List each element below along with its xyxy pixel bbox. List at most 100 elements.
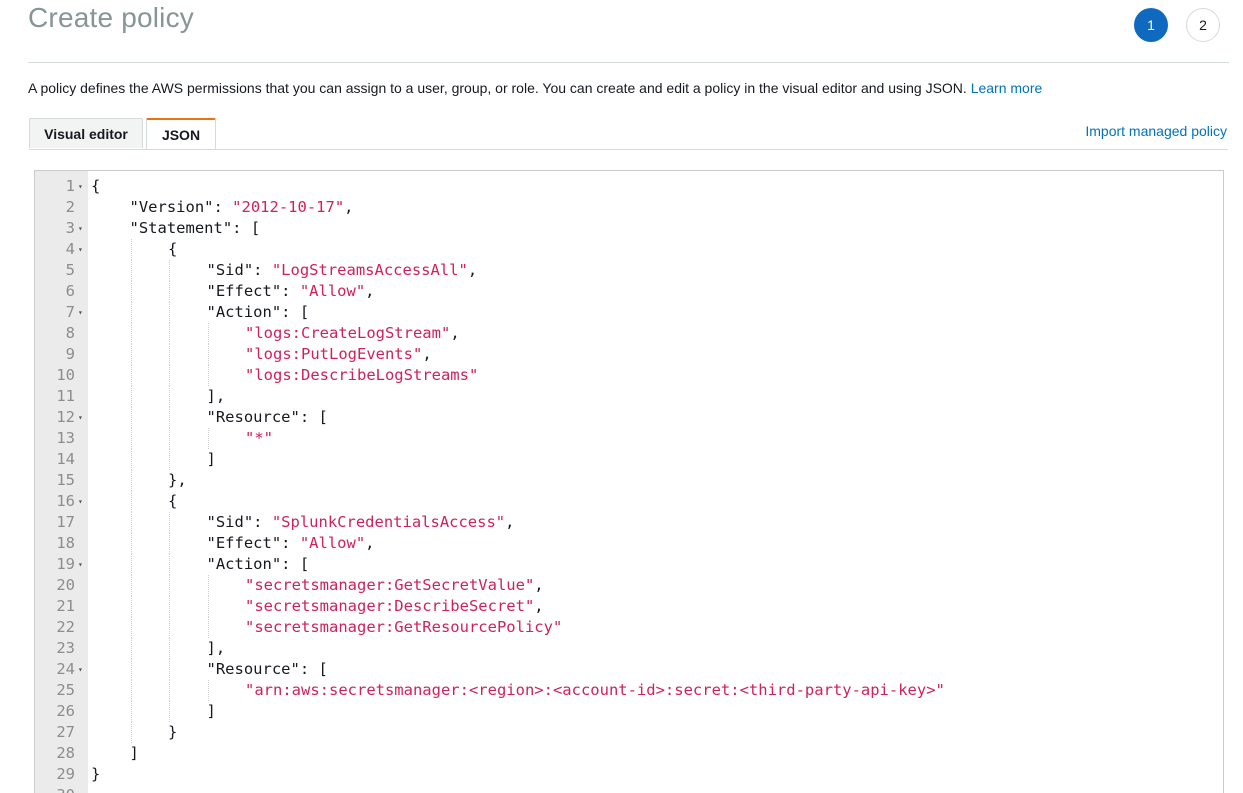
json-key: "Sid" <box>206 513 254 531</box>
json-punctuation: : <box>253 261 272 279</box>
fold-toggle-icon[interactable]: ▾ <box>78 659 83 680</box>
code-text: ], <box>207 386 226 407</box>
description-text: A policy defines the AWS permissions tha… <box>28 80 971 96</box>
code-text: ], <box>207 638 226 659</box>
code-text: } <box>168 722 177 743</box>
indent-guide <box>207 596 209 617</box>
line-number: 18 <box>56 534 75 552</box>
fold-toggle-icon[interactable]: ▾ <box>78 302 83 323</box>
indent-guide <box>169 302 170 323</box>
json-string-value: "secretsmanager:DescribeSecret" <box>245 597 535 615</box>
indent-guide <box>169 260 170 281</box>
line-number: 8 <box>65 324 75 342</box>
fold-toggle-icon[interactable]: ▾ <box>78 554 83 575</box>
json-string-value: "logs:DescribeLogStreams" <box>245 366 479 384</box>
indent-guide <box>130 701 132 722</box>
indent-guide <box>130 470 132 491</box>
indent-guide <box>169 638 170 659</box>
json-key: { <box>168 240 178 258</box>
editor-tabs: Visual editor JSON <box>29 118 216 149</box>
json-string-value: "logs:CreateLogStream" <box>245 324 451 342</box>
json-key: "Effect" <box>206 282 282 300</box>
code-line: 18 "Effect": "Allow", <box>35 533 1223 554</box>
json-string-value: "2012-10-17" <box>232 198 345 216</box>
json-key: { <box>91 177 101 195</box>
line-number: 22 <box>56 618 75 636</box>
indent-guide <box>130 239 132 260</box>
json-string-value: "Allow" <box>299 282 366 300</box>
code-line: 3 ▾ "Statement": [ <box>35 218 1223 239</box>
code-line: 16 ▾ { <box>35 491 1223 512</box>
json-key: } <box>168 723 178 741</box>
indent-guide <box>130 260 132 281</box>
code-line: 14] <box>35 449 1223 470</box>
json-code-editor[interactable]: 1 ▾{2 "Version": "2012-10-17", 3 ▾ "Statement… <box>34 170 1224 793</box>
line-number: 11 <box>56 387 75 405</box>
line-number: 10 <box>56 366 75 384</box>
indent-guide <box>207 323 209 344</box>
json-punctuation: , <box>365 282 375 300</box>
json-punctuation: : [ <box>299 660 328 678</box>
code-text: "Effect": "Allow", <box>207 533 375 554</box>
json-punctuation: , <box>422 345 432 363</box>
line-number: 1 <box>65 177 75 195</box>
indent-guide <box>207 344 209 365</box>
code-line: 2 "Version": "2012-10-17", <box>35 197 1223 218</box>
json-punctuation: , <box>534 597 544 615</box>
code-text: "logs:DescribeLogStreams" <box>245 365 478 386</box>
indent-guide <box>130 449 132 470</box>
json-punctuation: : <box>213 198 233 216</box>
indent-guide <box>207 680 209 701</box>
indent-guide <box>130 344 132 365</box>
line-number: 6 <box>65 282 75 300</box>
import-managed-policy-link[interactable]: Import managed policy <box>1085 123 1227 139</box>
code-line: 20 "secretsmanager:GetSecretValue", <box>35 575 1223 596</box>
indent-guide <box>169 449 170 470</box>
tab-visual-editor[interactable]: Visual editor <box>29 118 143 148</box>
indent-guide <box>130 386 132 407</box>
indent-guide <box>169 323 170 344</box>
fold-toggle-icon[interactable]: ▾ <box>78 407 83 428</box>
tab-json[interactable]: JSON <box>146 118 216 149</box>
json-punctuation: : <box>253 513 272 531</box>
json-key: } <box>91 765 101 783</box>
json-punctuation: , <box>467 261 478 279</box>
line-number: 14 <box>56 450 75 468</box>
step-1-indicator[interactable]: 1 <box>1134 8 1168 42</box>
fold-toggle-icon[interactable]: ▾ <box>78 176 83 197</box>
json-key: "Resource" <box>206 660 300 678</box>
tabs-divider <box>29 149 1228 150</box>
fold-toggle-icon[interactable]: ▾ <box>78 239 83 260</box>
line-number: 7 <box>65 303 75 321</box>
code-line: 22 "secretsmanager:GetResourcePolicy" <box>35 617 1223 638</box>
code-line: 13 "*" <box>35 428 1223 449</box>
json-key: ] <box>206 702 216 720</box>
line-number: 16 <box>56 492 75 510</box>
code-text: "arn:aws:secretsmanager:<region>:<accoun… <box>245 680 945 701</box>
indent-guide <box>207 428 209 449</box>
line-number: 25 <box>56 681 75 699</box>
fold-toggle-icon[interactable]: ▾ <box>78 491 83 512</box>
indent-guide <box>130 491 132 512</box>
json-key: "Resource" <box>206 408 300 426</box>
json-punctuation: : <box>281 534 300 552</box>
fold-toggle-icon[interactable]: ▾ <box>78 218 83 239</box>
json-key: "Statement" <box>129 219 233 237</box>
step-2-indicator[interactable]: 2 <box>1186 8 1220 42</box>
code-line: 9 "logs:PutLogEvents", <box>35 344 1223 365</box>
json-punctuation: , <box>450 324 460 342</box>
learn-more-link[interactable]: Learn more <box>971 80 1043 96</box>
json-key: }, <box>168 471 187 489</box>
json-punctuation: : <box>281 282 300 300</box>
code-lines: 1 ▾{2 "Version": "2012-10-17", 3 ▾ "Statement… <box>35 176 1223 793</box>
indent-guide <box>169 428 170 449</box>
code-line: 1 ▾ { <box>35 176 1223 197</box>
indent-guide <box>169 554 170 575</box>
policy-description: A policy defines the AWS permissions tha… <box>28 80 1042 96</box>
json-string-value: "secretsmanager:GetSecretValue" <box>245 576 535 594</box>
indent-guide <box>130 722 132 743</box>
code-line: 6 "Effect": "Allow", <box>35 281 1223 302</box>
indent-guide <box>207 575 209 596</box>
line-number: 29 <box>56 765 75 783</box>
json-string-value: "arn:aws:secretsmanager:<region>:<accoun… <box>245 681 945 699</box>
